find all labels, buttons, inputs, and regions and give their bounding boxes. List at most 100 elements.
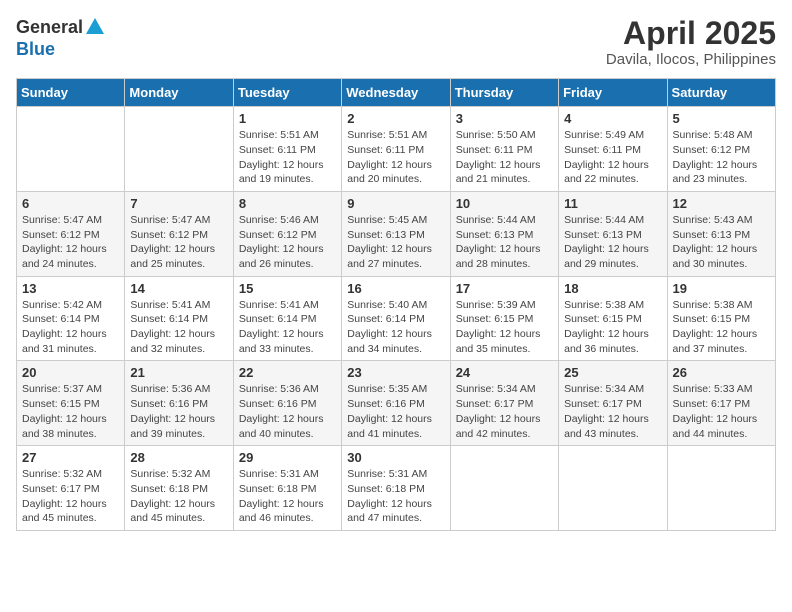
day-number: 14: [130, 281, 227, 296]
day-number: 28: [130, 450, 227, 465]
calendar-week-row: 27Sunrise: 5:32 AMSunset: 6:17 PMDayligh…: [17, 446, 776, 531]
day-number: 1: [239, 111, 336, 126]
day-number: 21: [130, 365, 227, 380]
month-title: April 2025: [606, 16, 776, 51]
calendar-cell: 17 Sunrise: 5:39 AMSunset: 6:15 PMDayligh…: [450, 276, 558, 361]
day-number: 18: [564, 281, 661, 296]
day-info: Sunrise: 5:45 AMSunset: 6:13 PMDaylight:…: [347, 213, 444, 272]
header: General Blue April 2025 Davila, Ilocos, …: [16, 16, 776, 68]
calendar-cell: 4 Sunrise: 5:49 AMSunset: 6:11 PMDaylight…: [559, 107, 667, 192]
weekday-header-friday: Friday: [559, 79, 667, 107]
calendar-cell: [559, 446, 667, 531]
calendar-cell: [17, 107, 125, 192]
calendar-week-row: 1 Sunrise: 5:51 AMSunset: 6:11 PMDaylight…: [17, 107, 776, 192]
weekday-header-monday: Monday: [125, 79, 233, 107]
calendar-cell: [125, 107, 233, 192]
calendar-cell: 26 Sunrise: 5:33 AMSunset: 6:17 PMDayligh…: [667, 361, 775, 446]
calendar-cell: 24Sunrise: 5:34 AMSunset: 6:17 PMDayligh…: [450, 361, 558, 446]
calendar-cell: 13Sunrise: 5:42 AMSunset: 6:14 PMDayligh…: [17, 276, 125, 361]
logo-blue: Blue: [16, 39, 55, 60]
weekday-header-sunday: Sunday: [17, 79, 125, 107]
weekday-header-thursday: Thursday: [450, 79, 558, 107]
weekday-header-wednesday: Wednesday: [342, 79, 450, 107]
day-info: Sunrise: 5:48 AMSunset: 6:12 PMDaylight:…: [673, 128, 770, 187]
day-number: 11: [564, 196, 661, 211]
day-number: 8: [239, 196, 336, 211]
calendar-cell: 10Sunrise: 5:44 AMSunset: 6:13 PMDayligh…: [450, 191, 558, 276]
calendar-cell: 16 Sunrise: 5:40 AMSunset: 6:14 PMDayligh…: [342, 276, 450, 361]
location-title: Davila, Ilocos, Philippines: [606, 51, 776, 68]
calendar-cell: 22 Sunrise: 5:36 AMSunset: 6:16 PMDayligh…: [233, 361, 341, 446]
day-number: 25: [564, 365, 661, 380]
day-info: Sunrise: 5:40 AMSunset: 6:14 PMDaylight:…: [347, 298, 444, 357]
calendar-header-row: SundayMondayTuesdayWednesdayThursdayFrid…: [17, 79, 776, 107]
day-info: Sunrise: 5:51 AMSunset: 6:11 PMDaylight:…: [347, 128, 444, 187]
day-number: 5: [673, 111, 770, 126]
day-info: Sunrise: 5:44 AMSunset: 6:13 PMDaylight:…: [456, 213, 553, 272]
calendar-cell: 23 Sunrise: 5:35 AMSunset: 6:16 PMDayligh…: [342, 361, 450, 446]
calendar-week-row: 20 Sunrise: 5:37 AMSunset: 6:15 PMDayligh…: [17, 361, 776, 446]
day-info: Sunrise: 5:46 AMSunset: 6:12 PMDaylight:…: [239, 213, 336, 272]
calendar-cell: 29 Sunrise: 5:31 AMSunset: 6:18 PMDayligh…: [233, 446, 341, 531]
calendar-cell: 5 Sunrise: 5:48 AMSunset: 6:12 PMDaylight…: [667, 107, 775, 192]
calendar-cell: 2 Sunrise: 5:51 AMSunset: 6:11 PMDaylight…: [342, 107, 450, 192]
day-info: Sunrise: 5:39 AMSunset: 6:15 PMDaylight:…: [456, 298, 553, 357]
day-info: Sunrise: 5:51 AMSunset: 6:11 PMDaylight:…: [239, 128, 336, 187]
calendar-cell: 9 Sunrise: 5:45 AMSunset: 6:13 PMDaylight…: [342, 191, 450, 276]
day-number: 24: [456, 365, 553, 380]
calendar-cell: 6Sunrise: 5:47 AMSunset: 6:12 PMDaylight…: [17, 191, 125, 276]
day-number: 9: [347, 196, 444, 211]
day-info: Sunrise: 5:34 AMSunset: 6:17 PMDaylight:…: [564, 382, 661, 441]
day-number: 23: [347, 365, 444, 380]
calendar-cell: 3 Sunrise: 5:50 AMSunset: 6:11 PMDaylight…: [450, 107, 558, 192]
day-info: Sunrise: 5:49 AMSunset: 6:11 PMDaylight:…: [564, 128, 661, 187]
day-info: Sunrise: 5:44 AMSunset: 6:13 PMDaylight:…: [564, 213, 661, 272]
calendar-cell: 12 Sunrise: 5:43 AMSunset: 6:13 PMDayligh…: [667, 191, 775, 276]
day-info: Sunrise: 5:47 AMSunset: 6:12 PMDaylight:…: [22, 213, 119, 272]
day-number: 17: [456, 281, 553, 296]
day-number: 29: [239, 450, 336, 465]
day-number: 20: [22, 365, 119, 380]
calendar-cell: 19 Sunrise: 5:38 AMSunset: 6:15 PMDayligh…: [667, 276, 775, 361]
day-number: 13: [22, 281, 119, 296]
day-number: 12: [673, 196, 770, 211]
calendar-cell: 30 Sunrise: 5:31 AMSunset: 6:18 PMDayligh…: [342, 446, 450, 531]
day-number: 30: [347, 450, 444, 465]
day-info: Sunrise: 5:41 AMSunset: 6:14 PMDaylight:…: [130, 298, 227, 357]
logo-general: General: [16, 17, 83, 38]
day-info: Sunrise: 5:47 AMSunset: 6:12 PMDaylight:…: [130, 213, 227, 272]
day-info: Sunrise: 5:32 AMSunset: 6:17 PMDaylight:…: [22, 467, 119, 526]
day-info: Sunrise: 5:31 AMSunset: 6:18 PMDaylight:…: [347, 467, 444, 526]
day-number: 3: [456, 111, 553, 126]
day-info: Sunrise: 5:38 AMSunset: 6:15 PMDaylight:…: [673, 298, 770, 357]
calendar-cell: 20 Sunrise: 5:37 AMSunset: 6:15 PMDayligh…: [17, 361, 125, 446]
day-info: Sunrise: 5:43 AMSunset: 6:13 PMDaylight:…: [673, 213, 770, 272]
calendar-cell: 21 Sunrise: 5:36 AMSunset: 6:16 PMDayligh…: [125, 361, 233, 446]
calendar-cell: 1 Sunrise: 5:51 AMSunset: 6:11 PMDaylight…: [233, 107, 341, 192]
day-info: Sunrise: 5:41 AMSunset: 6:14 PMDaylight:…: [239, 298, 336, 357]
day-info: Sunrise: 5:32 AMSunset: 6:18 PMDaylight:…: [130, 467, 227, 526]
day-number: 19: [673, 281, 770, 296]
day-info: Sunrise: 5:50 AMSunset: 6:11 PMDaylight:…: [456, 128, 553, 187]
day-number: 4: [564, 111, 661, 126]
calendar-cell: [667, 446, 775, 531]
day-info: Sunrise: 5:37 AMSunset: 6:15 PMDaylight:…: [22, 382, 119, 441]
day-number: 22: [239, 365, 336, 380]
day-info: Sunrise: 5:35 AMSunset: 6:16 PMDaylight:…: [347, 382, 444, 441]
calendar-cell: [450, 446, 558, 531]
day-info: Sunrise: 5:36 AMSunset: 6:16 PMDaylight:…: [130, 382, 227, 441]
calendar-cell: 18 Sunrise: 5:38 AMSunset: 6:15 PMDayligh…: [559, 276, 667, 361]
day-info: Sunrise: 5:36 AMSunset: 6:16 PMDaylight:…: [239, 382, 336, 441]
calendar-cell: 28 Sunrise: 5:32 AMSunset: 6:18 PMDayligh…: [125, 446, 233, 531]
day-number: 2: [347, 111, 444, 126]
calendar-week-row: 6Sunrise: 5:47 AMSunset: 6:12 PMDaylight…: [17, 191, 776, 276]
calendar-cell: 15Sunrise: 5:41 AMSunset: 6:14 PMDayligh…: [233, 276, 341, 361]
calendar-cell: 8 Sunrise: 5:46 AMSunset: 6:12 PMDaylight…: [233, 191, 341, 276]
day-info: Sunrise: 5:38 AMSunset: 6:15 PMDaylight:…: [564, 298, 661, 357]
weekday-header-tuesday: Tuesday: [233, 79, 341, 107]
calendar-cell: 14 Sunrise: 5:41 AMSunset: 6:14 PMDayligh…: [125, 276, 233, 361]
day-number: 16: [347, 281, 444, 296]
day-number: 26: [673, 365, 770, 380]
day-info: Sunrise: 5:31 AMSunset: 6:18 PMDaylight:…: [239, 467, 336, 526]
day-info: Sunrise: 5:33 AMSunset: 6:17 PMDaylight:…: [673, 382, 770, 441]
